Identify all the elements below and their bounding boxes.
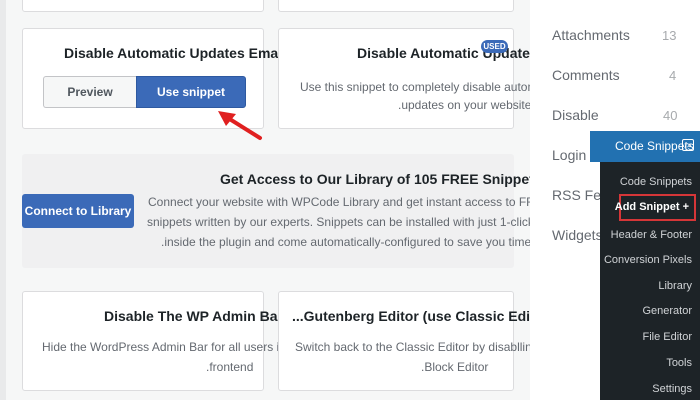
category-item[interactable]: Attachments (552, 27, 630, 43)
used-badge: USED (481, 40, 508, 53)
library-promo-title: Get Access to Our Library of 105 FREE Sn… (220, 171, 542, 187)
snippet-card-desc-line-1: Hide the WordPress Admin Bar for all use… (42, 340, 306, 354)
submenu-header-footer[interactable]: Header & Footer (611, 229, 692, 241)
left-edge (0, 0, 6, 400)
submenu-file-editor[interactable]: File Editor (642, 331, 692, 343)
library-promo-desc-line-3: .inside the plugin and come automaticall… (161, 235, 532, 249)
submenu-tools[interactable]: Tools (666, 357, 692, 369)
category-item[interactable]: Login (552, 147, 586, 163)
connect-to-library-button[interactable]: Connect to Library (22, 194, 134, 228)
snippet-card-desc-line-1: Use this snippet to completely disable a… (300, 80, 557, 94)
snippet-card-title: ...Gutenberg Editor (use Classic Editor) (292, 308, 554, 324)
snippet-card-desc-line-2: .Block Editor (421, 360, 489, 374)
submenu-library[interactable]: Library (658, 280, 692, 292)
category-count: 4 (669, 68, 677, 83)
library-promo-desc-line-1: Connect your website with WPCode Library… (148, 195, 581, 209)
category-item[interactable]: Widgets (552, 227, 603, 243)
preview-button[interactable]: Preview (43, 76, 136, 108)
annotation-arrow-icon (218, 111, 262, 140)
category-count: 13 (662, 28, 677, 43)
code-icon: /> (682, 139, 694, 151)
submenu-generator[interactable]: Generator (642, 305, 692, 317)
submenu-add-snippet-label: Add Snippet + (614, 201, 689, 213)
snippet-card-title: Disable The WP Admin Bar (104, 308, 283, 324)
snippet-card-partial-right (278, 0, 514, 12)
snippet-card-title: Disable Automatic Updates (357, 45, 538, 61)
submenu-add-snippet[interactable]: Add Snippet + (615, 194, 696, 221)
snippet-card-title: Disable Automatic Updates Emails (64, 45, 294, 61)
category-item[interactable]: RSS Fe (552, 187, 601, 203)
snippet-card-desc-line-2: .updates on your website (398, 98, 532, 112)
submenu-settings[interactable]: Settings (652, 383, 692, 395)
submenu-code-snippets[interactable]: Code Snippets (620, 176, 692, 188)
category-count: 40 (663, 108, 678, 123)
submenu-conversion-pixels[interactable]: Conversion Pixels (604, 254, 692, 266)
snippet-card-partial-left (22, 0, 264, 12)
use-snippet-button[interactable]: Use snippet (136, 76, 246, 108)
snippet-card-desc-line-2: .frontend (206, 360, 254, 374)
snippet-card-desc-line-1: Switch back to the Classic Editor by dis… (295, 340, 559, 354)
category-item[interactable]: Disable (552, 107, 599, 123)
category-item[interactable]: Comments (552, 67, 620, 83)
library-promo-desc-line-2: snippets written by our experts. Snippet… (147, 215, 562, 229)
